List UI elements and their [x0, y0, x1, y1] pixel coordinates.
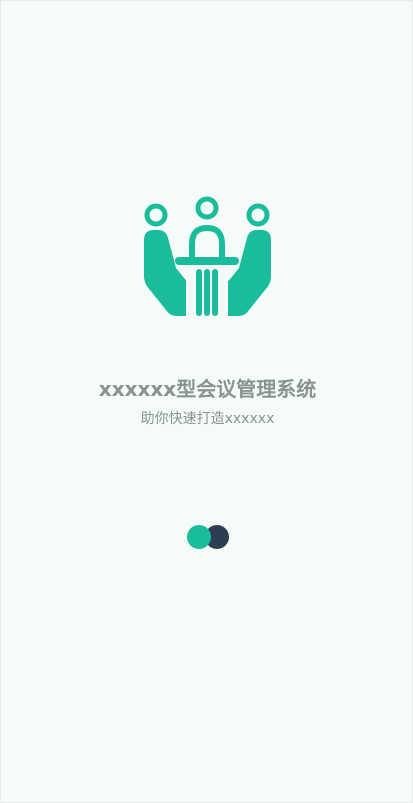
app-subtitle: 助你快速打造xxxxxx [140, 411, 275, 427]
loading-dot-primary [187, 525, 211, 549]
splash-screen: xxxxxx型会议管理系统 助你快速打造xxxxxx [0, 0, 413, 803]
loading-dots-icon [187, 525, 231, 551]
app-title: xxxxxx型会议管理系统 [98, 377, 317, 401]
meeting-table-icon [144, 196, 271, 316]
